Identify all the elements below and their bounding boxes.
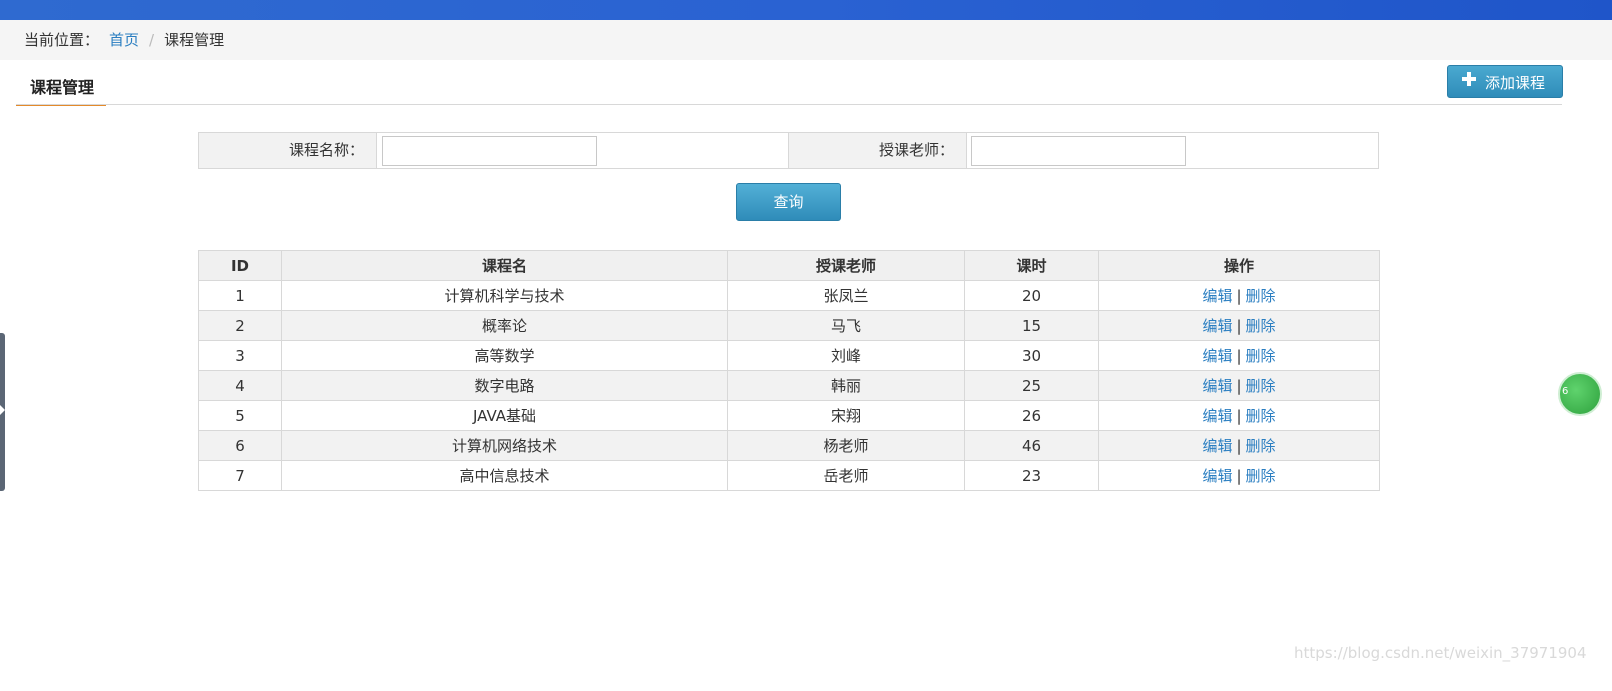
course-name-input[interactable] [382,136,597,166]
action-separator: | [1236,287,1242,305]
cell-teacher: 张凤兰 [727,280,965,311]
cell-hours: 30 [964,340,1099,371]
cell-course-name: 计算机科学与技术 [281,280,728,311]
table-row: 3 高等数学 刘峰 30 编辑 | 删除 [198,340,1380,371]
search-form: 课程名称： 授课老师： [198,132,1379,169]
action-separator: | [1236,317,1242,335]
column-header-id: ID [198,250,282,281]
cell-id: 3 [198,340,282,371]
table-row: 6 计算机网络技术 杨老师 46 编辑 | 删除 [198,430,1380,461]
cell-hours: 46 [964,430,1099,461]
cell-id: 2 [198,310,282,341]
cell-teacher: 岳老师 [727,460,965,491]
cell-hours: 15 [964,310,1099,341]
action-separator: | [1236,467,1242,485]
cell-id: 5 [198,400,282,431]
edit-link[interactable]: 编辑 [1202,347,1232,365]
page-title: 课程管理 [30,78,95,97]
cell-id: 7 [198,460,282,491]
delete-link[interactable]: 删除 [1246,347,1276,365]
plus-icon [1462,72,1476,86]
cell-actions: 编辑 | 删除 [1098,340,1380,371]
delete-link[interactable]: 删除 [1246,437,1276,455]
add-course-button[interactable]: 添加课程 [1447,65,1563,98]
breadcrumb-home-link[interactable]: 首页 [109,31,139,49]
breadcrumb-current: 课程管理 [164,31,225,49]
breadcrumb: 当前位置： 首页 / 课程管理 [24,29,224,51]
edit-link[interactable]: 编辑 [1202,407,1232,425]
cell-hours: 20 [964,280,1099,311]
action-separator: | [1236,347,1242,365]
cell-hours: 26 [964,400,1099,431]
cell-hours: 23 [964,460,1099,491]
cell-course-name: JAVA基础 [281,400,728,431]
delete-link[interactable]: 删除 [1246,317,1276,335]
column-header-hours: 课时 [964,250,1099,281]
cell-teacher: 宋翔 [727,400,965,431]
chevron-right-icon [0,405,5,415]
cell-actions: 编辑 | 删除 [1098,430,1380,461]
edit-link[interactable]: 编辑 [1202,437,1232,455]
cell-course-name: 高中信息技术 [281,460,728,491]
query-button[interactable]: 查询 [736,183,841,221]
tab-divider [16,104,1562,105]
cell-course-name: 计算机网络技术 [281,430,728,461]
edit-link[interactable]: 编辑 [1202,287,1232,305]
breadcrumb-bar [0,20,1612,60]
column-header-actions: 操作 [1098,250,1380,281]
action-separator: | [1236,437,1242,455]
cell-actions: 编辑 | 删除 [1098,280,1380,311]
cell-course-name: 概率论 [281,310,728,341]
cell-id: 6 [198,430,282,461]
floating-ball-text: 6 [1562,386,1569,397]
cell-course-name: 数字电路 [281,370,728,401]
table-row: 1 计算机科学与技术 张凤兰 20 编辑 | 删除 [198,280,1380,311]
edit-link[interactable]: 编辑 [1202,317,1232,335]
delete-link[interactable]: 删除 [1246,407,1276,425]
cell-id: 4 [198,370,282,401]
action-separator: | [1236,407,1242,425]
column-header-course-name: 课程名 [281,250,728,281]
edit-link[interactable]: 编辑 [1202,377,1232,395]
cell-course-name: 高等数学 [281,340,728,371]
table-row: 5 JAVA基础 宋翔 26 编辑 | 删除 [198,400,1380,431]
cell-actions: 编辑 | 删除 [1098,370,1380,401]
course-name-label: 课程名称： [199,133,376,168]
teacher-input[interactable] [971,136,1186,166]
delete-link[interactable]: 删除 [1246,377,1276,395]
table-row: 7 高中信息技术 岳老师 23 编辑 | 删除 [198,460,1380,491]
add-course-label: 添加课程 [1485,74,1546,92]
cell-actions: 编辑 | 删除 [1098,460,1380,491]
search-divider [966,133,967,168]
top-header-bar [0,0,1612,20]
cell-teacher: 刘峰 [727,340,965,371]
cell-teacher: 马飞 [727,310,965,341]
breadcrumb-prefix: 当前位置： [24,31,100,49]
cell-actions: 编辑 | 删除 [1098,400,1380,431]
watermark: https://blog.csdn.net/weixin_37971904 [1294,644,1587,662]
column-header-teacher: 授课老师 [727,250,965,281]
action-separator: | [1236,377,1242,395]
tab-course-management[interactable]: 课程管理 [16,64,106,106]
cell-actions: 编辑 | 删除 [1098,310,1380,341]
cell-id: 1 [198,280,282,311]
edit-link[interactable]: 编辑 [1202,467,1232,485]
breadcrumb-separator: / [149,31,155,49]
cell-hours: 25 [964,370,1099,401]
delete-link[interactable]: 删除 [1246,287,1276,305]
course-table: ID 课程名 授课老师 课时 操作 1 计算机科学与技术 张凤兰 20 编辑 | 删… [198,250,1380,491]
table-header-row: ID 课程名 授课老师 课时 操作 [198,250,1380,281]
cell-teacher: 韩丽 [727,370,965,401]
search-divider [376,133,377,168]
delete-link[interactable]: 删除 [1246,467,1276,485]
table-row: 2 概率论 马飞 15 编辑 | 删除 [198,310,1380,341]
table-row: 4 数字电路 韩丽 25 编辑 | 删除 [198,370,1380,401]
teacher-label: 授课老师： [789,133,966,168]
cell-teacher: 杨老师 [727,430,965,461]
